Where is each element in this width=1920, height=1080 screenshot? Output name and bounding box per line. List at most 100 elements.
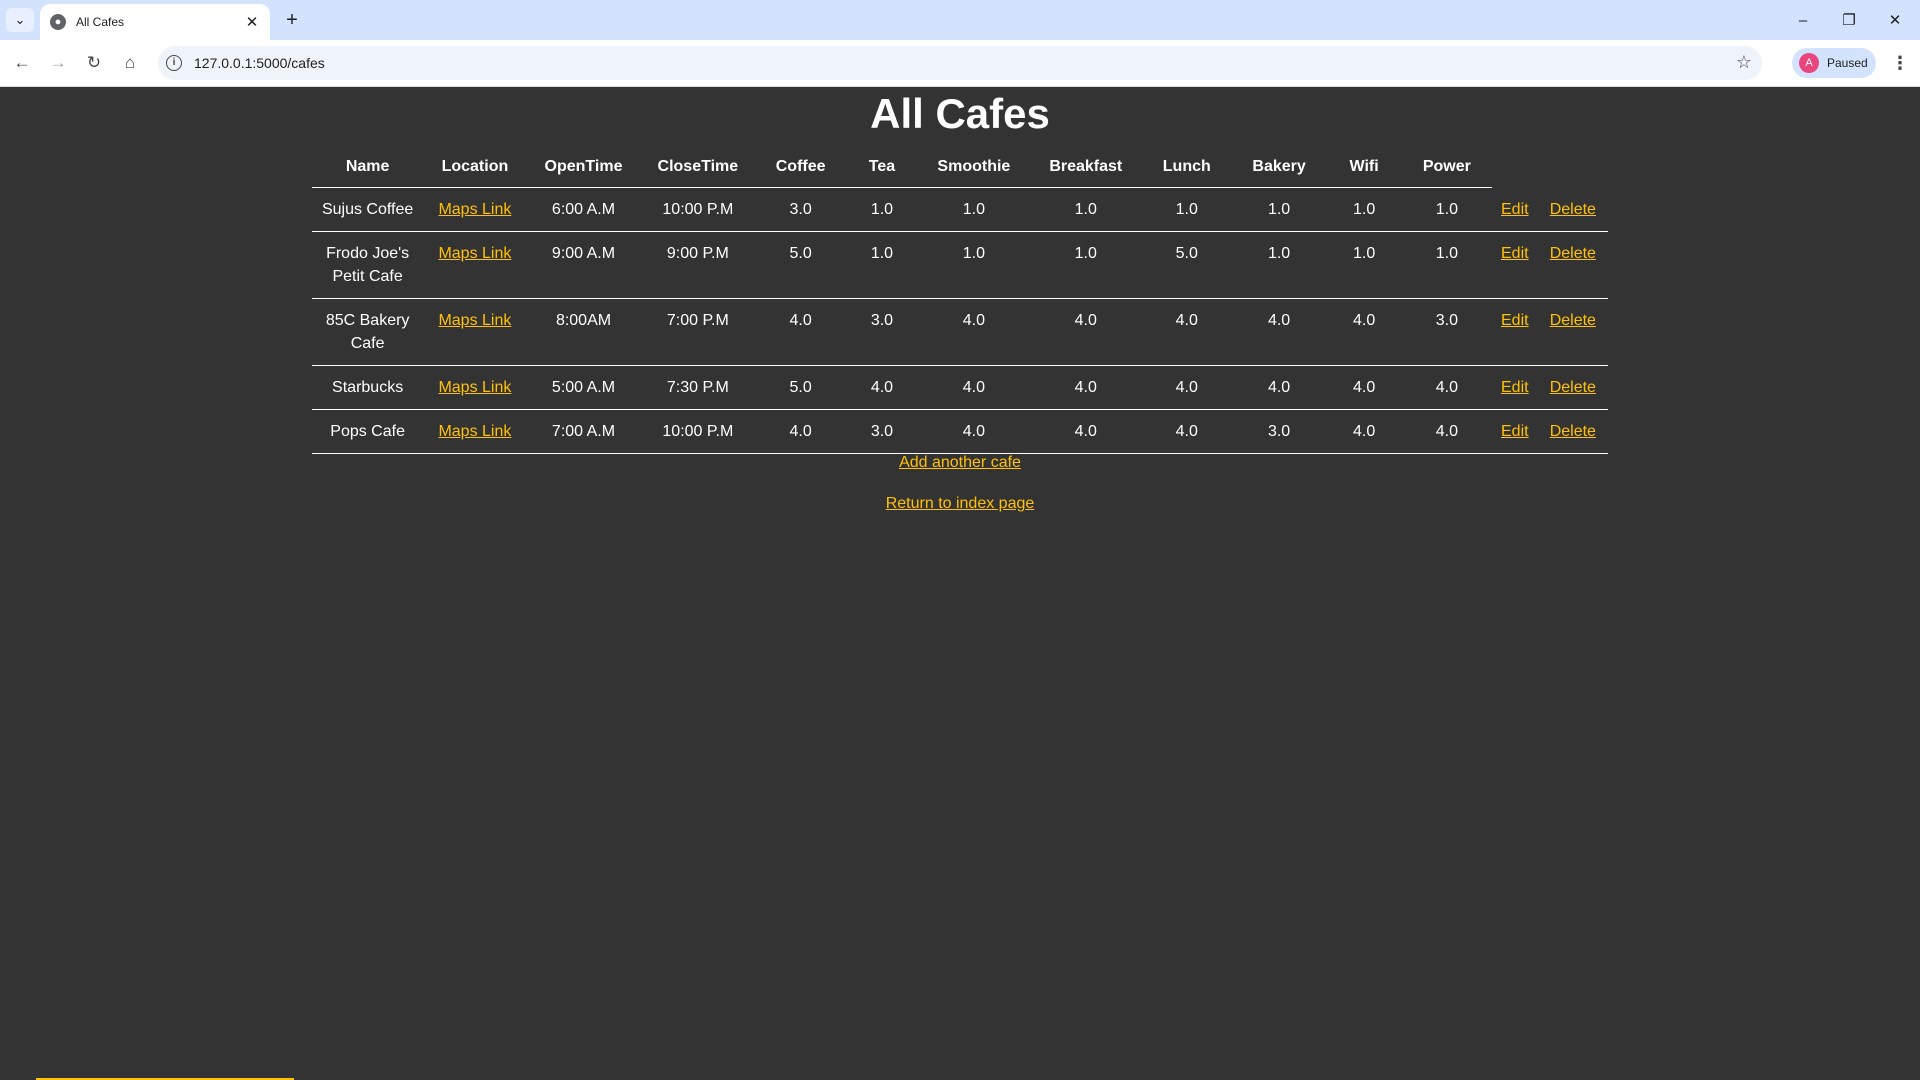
column-header-name: Name bbox=[312, 147, 424, 188]
profile-status-label: Paused bbox=[1827, 56, 1868, 70]
forward-arrow-icon[interactable]: → bbox=[44, 49, 72, 77]
power-cell: 1.0 bbox=[1401, 231, 1492, 299]
cafes-table: Name Location OpenTime CloseTime Coffee … bbox=[312, 147, 1608, 454]
lunch-cell: 4.0 bbox=[1141, 409, 1232, 454]
back-arrow-icon[interactable]: ← bbox=[8, 49, 36, 77]
tab-title: All Cafes bbox=[76, 15, 125, 29]
tab-search-chevron-icon[interactable]: ⌄ bbox=[6, 8, 34, 32]
edit-link[interactable]: Edit bbox=[1501, 379, 1529, 396]
column-header-smoothie: Smoothie bbox=[917, 147, 1030, 188]
maps-link[interactable]: Maps Link bbox=[438, 201, 511, 218]
site-info-icon[interactable]: i bbox=[166, 55, 182, 71]
maps-link[interactable]: Maps Link bbox=[438, 312, 511, 329]
column-header-location: Location bbox=[423, 147, 527, 188]
profile-button[interactable]: A Paused bbox=[1792, 48, 1876, 78]
maps-link[interactable]: Maps Link bbox=[438, 245, 511, 262]
minimize-icon[interactable]: – bbox=[1780, 6, 1826, 34]
add-another-cafe-link[interactable]: Add another cafe bbox=[899, 454, 1021, 471]
power-cell: 4.0 bbox=[1401, 365, 1492, 410]
coffee-cell: 3.0 bbox=[755, 187, 846, 232]
edit-cell: Edit bbox=[1491, 365, 1538, 410]
lunch-cell: 5.0 bbox=[1141, 231, 1232, 299]
closetime-cell: 7:00 P.M bbox=[640, 298, 756, 366]
bakery-cell: 3.0 bbox=[1231, 409, 1327, 454]
table-header-row: Name Location OpenTime CloseTime Coffee … bbox=[312, 147, 1608, 188]
tea-cell: 3.0 bbox=[846, 409, 918, 454]
maps-link[interactable]: Maps Link bbox=[438, 423, 511, 440]
breakfast-cell: 1.0 bbox=[1029, 231, 1142, 299]
tea-cell: 1.0 bbox=[846, 231, 918, 299]
address-bar[interactable]: i 127.0.0.1:5000/cafes ☆ bbox=[158, 46, 1762, 80]
bookmark-star-icon[interactable]: ☆ bbox=[1736, 52, 1752, 73]
location-cell: Maps Link bbox=[423, 231, 527, 299]
globe-icon: ● bbox=[50, 14, 66, 30]
column-header-breakfast: Breakfast bbox=[1029, 147, 1142, 188]
closetime-cell: 10:00 P.M bbox=[640, 187, 756, 232]
edit-cell: Edit bbox=[1491, 409, 1538, 454]
avatar: A bbox=[1799, 53, 1819, 73]
new-tab-plus-icon[interactable]: + bbox=[280, 8, 304, 32]
edit-link[interactable]: Edit bbox=[1501, 312, 1529, 329]
column-header-edit-empty bbox=[1492, 147, 1538, 188]
browser-toolbar: ← → ↻ ⌂ i 127.0.0.1:5000/cafes ☆ A Pause… bbox=[0, 40, 1920, 87]
coffee-cell: 5.0 bbox=[755, 365, 846, 410]
column-header-lunch: Lunch bbox=[1141, 147, 1232, 188]
cafe-name-cell: Frodo Joe's Petit Cafe bbox=[312, 231, 424, 299]
column-header-opentime: OpenTime bbox=[526, 147, 641, 188]
edit-link[interactable]: Edit bbox=[1501, 245, 1529, 262]
location-cell: Maps Link bbox=[423, 187, 527, 232]
restore-icon[interactable]: ❐ bbox=[1826, 6, 1872, 34]
delete-link[interactable]: Delete bbox=[1550, 312, 1596, 329]
column-header-delete-empty bbox=[1538, 147, 1608, 188]
url-text[interactable]: 127.0.0.1:5000/cafes bbox=[194, 55, 325, 71]
delete-cell: Delete bbox=[1537, 231, 1608, 299]
opentime-cell: 6:00 A.M bbox=[526, 187, 641, 232]
opentime-cell: 7:00 A.M bbox=[526, 409, 641, 454]
return-to-index-link[interactable]: Return to index page bbox=[886, 495, 1035, 512]
opentime-cell: 9:00 A.M bbox=[526, 231, 641, 299]
add-cafe-container: Add another cafe bbox=[0, 454, 1920, 472]
table-row: 85C Bakery Cafe Maps Link 8:00AM 7:00 P.… bbox=[312, 298, 1608, 366]
location-cell: Maps Link bbox=[423, 365, 527, 410]
delete-cell: Delete bbox=[1537, 365, 1608, 410]
smoothie-cell: 4.0 bbox=[917, 298, 1030, 366]
delete-link[interactable]: Delete bbox=[1550, 245, 1596, 262]
lunch-cell: 4.0 bbox=[1141, 365, 1232, 410]
delete-link[interactable]: Delete bbox=[1550, 201, 1596, 218]
coffee-cell: 4.0 bbox=[755, 298, 846, 366]
smoothie-cell: 4.0 bbox=[917, 365, 1030, 410]
reload-icon[interactable]: ↻ bbox=[80, 49, 108, 77]
wifi-cell: 1.0 bbox=[1326, 231, 1402, 299]
maps-link[interactable]: Maps Link bbox=[438, 379, 511, 396]
edit-cell: Edit bbox=[1491, 298, 1538, 366]
edit-link[interactable]: Edit bbox=[1501, 423, 1529, 440]
edit-cell: Edit bbox=[1491, 231, 1538, 299]
return-index-container: Return to index page bbox=[0, 495, 1920, 513]
location-cell: Maps Link bbox=[423, 409, 527, 454]
delete-link[interactable]: Delete bbox=[1550, 423, 1596, 440]
wifi-cell: 4.0 bbox=[1326, 298, 1402, 366]
tea-cell: 3.0 bbox=[846, 298, 918, 366]
closetime-cell: 7:30 P.M bbox=[640, 365, 756, 410]
table-row: Starbucks Maps Link 5:00 A.M 7:30 P.M 5.… bbox=[312, 365, 1608, 410]
table-row: Pops Cafe Maps Link 7:00 A.M 10:00 P.M 4… bbox=[312, 409, 1608, 454]
lunch-cell: 4.0 bbox=[1141, 298, 1232, 366]
bakery-cell: 1.0 bbox=[1231, 187, 1327, 232]
page-viewport: All Cafes Name Location OpenTime CloseTi… bbox=[0, 87, 1920, 1080]
kebab-menu-icon[interactable]: ⋮ bbox=[1888, 49, 1912, 77]
wifi-cell: 1.0 bbox=[1326, 187, 1402, 232]
closetime-cell: 10:00 P.M bbox=[640, 409, 756, 454]
edit-link[interactable]: Edit bbox=[1501, 201, 1529, 218]
delete-link[interactable]: Delete bbox=[1550, 379, 1596, 396]
breakfast-cell: 4.0 bbox=[1029, 298, 1142, 366]
closetime-cell: 9:00 P.M bbox=[640, 231, 756, 299]
column-header-power: Power bbox=[1401, 147, 1492, 188]
browser-tab[interactable]: ● All Cafes ✕ bbox=[40, 4, 270, 40]
delete-cell: Delete bbox=[1537, 298, 1608, 366]
close-window-icon[interactable]: ✕ bbox=[1872, 6, 1918, 34]
delete-cell: Delete bbox=[1537, 409, 1608, 454]
home-icon[interactable]: ⌂ bbox=[116, 49, 144, 77]
close-tab-icon[interactable]: ✕ bbox=[242, 12, 262, 32]
column-header-coffee: Coffee bbox=[755, 147, 846, 188]
wifi-cell: 4.0 bbox=[1326, 365, 1402, 410]
